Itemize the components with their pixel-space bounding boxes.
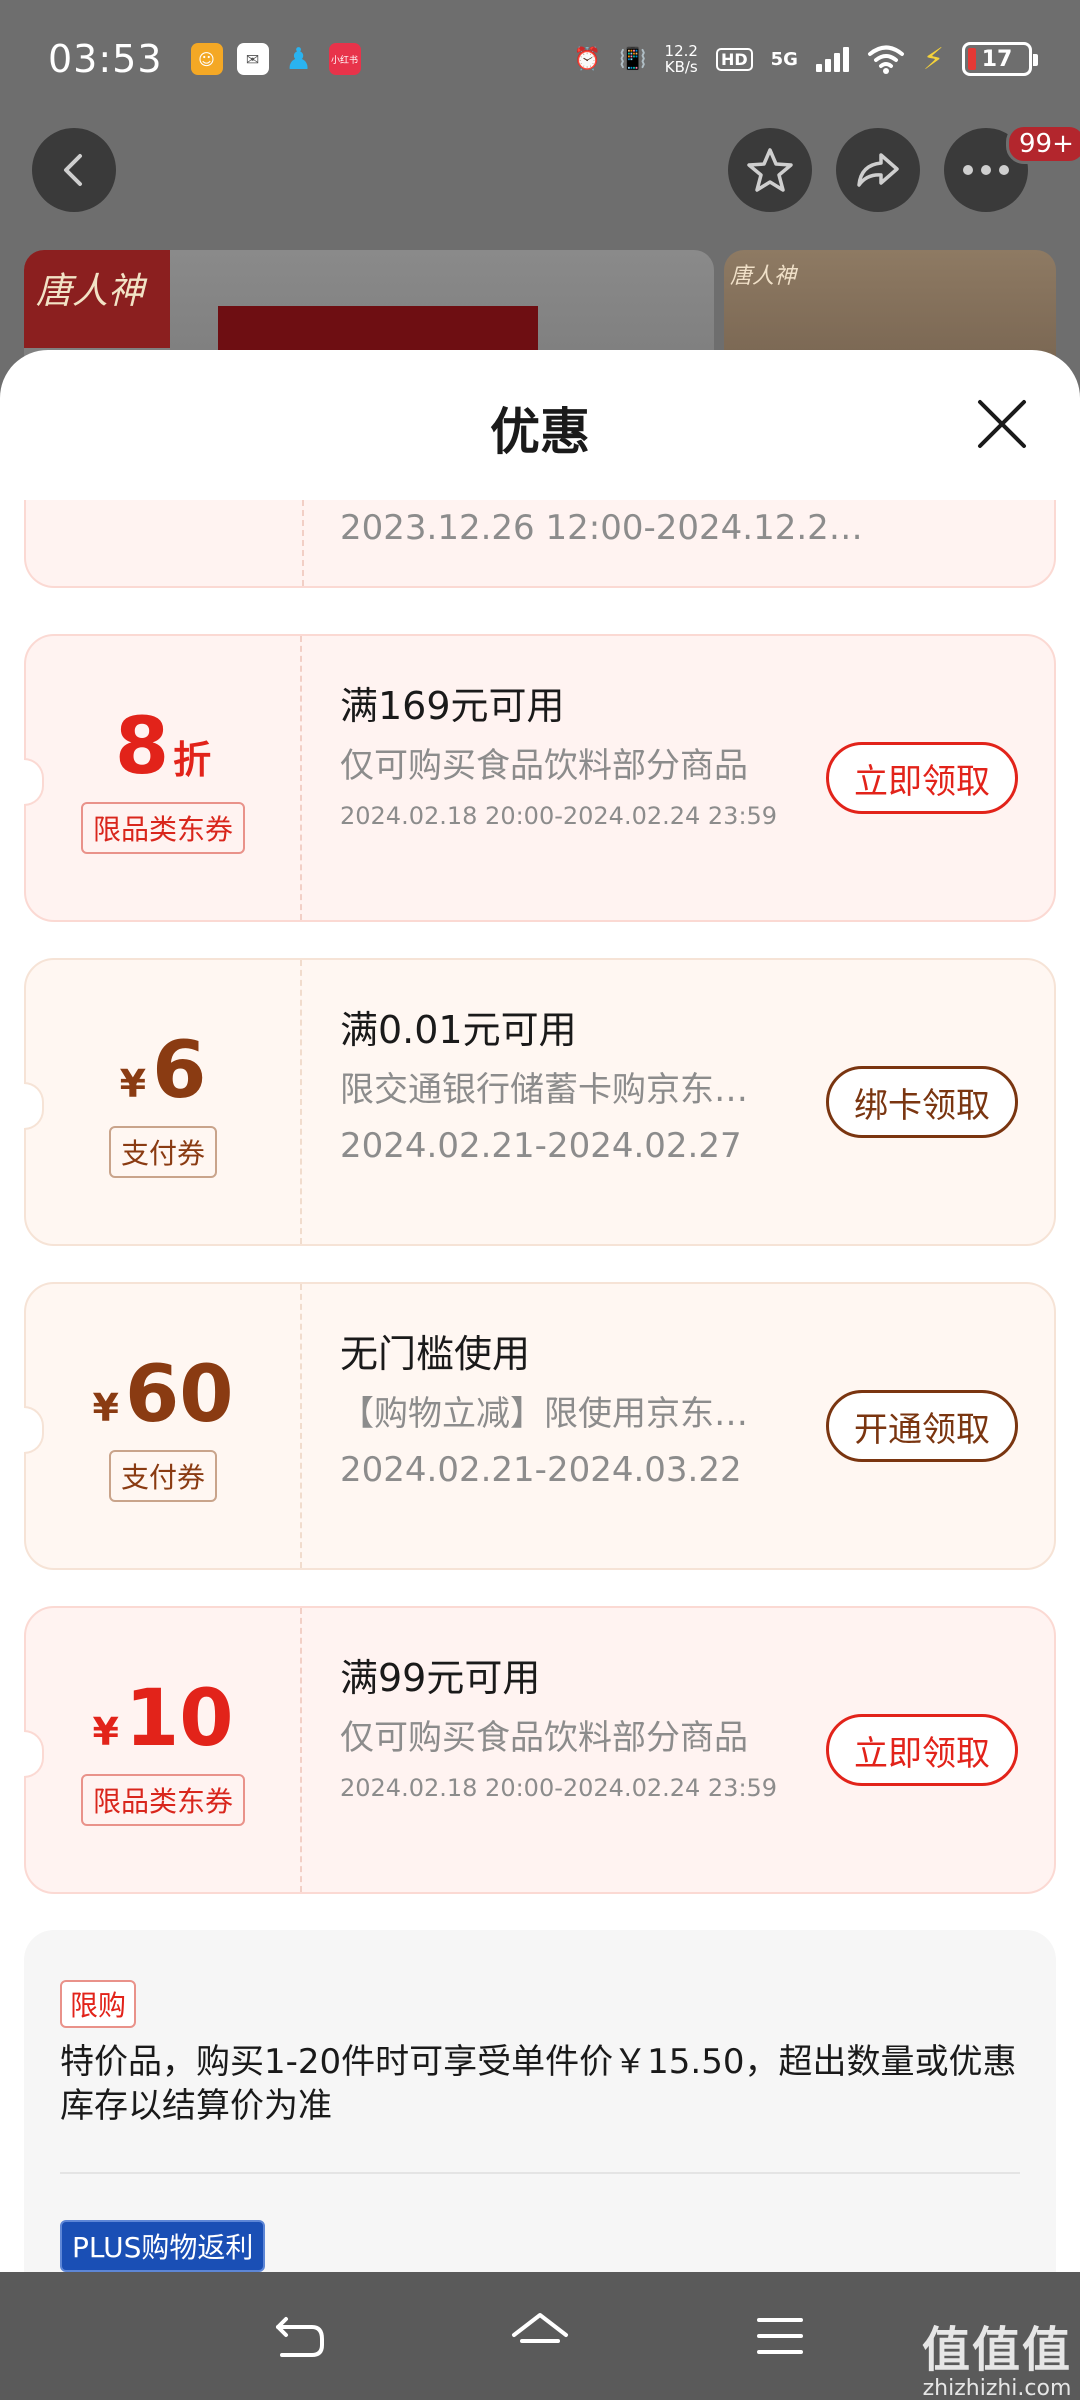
- back-button[interactable]: [32, 128, 116, 212]
- coupon-list[interactable]: 2023.12.26 12:00-2024.12.2… 8 折 限品类东券 满1…: [0, 500, 1080, 2272]
- coupon-date: 2023.12.26 12:00-2024.12.2…: [340, 508, 863, 548]
- coupon-unit: 折: [173, 738, 212, 782]
- watermark-url: zhizhizhi.com: [922, 2376, 1072, 2400]
- coupon-condition: 满169元可用: [340, 684, 565, 728]
- favorite-button[interactable]: [728, 128, 812, 212]
- notification-icons: ☺ ✉ ♟ 小红书: [190, 41, 361, 77]
- back-arrow-icon: [276, 2317, 324, 2357]
- coupon-amount: 60: [124, 1350, 234, 1440]
- coupon-partial: 2023.12.26 12:00-2024.12.2…: [24, 500, 1056, 588]
- status-right: ⏰ 📳 12.2 KB/s HD 5G ⚡ 17: [573, 41, 1038, 77]
- alarm-icon: ⏰: [573, 46, 602, 72]
- sheet-header: 优惠: [0, 350, 1080, 500]
- coupon-date: 2024.02.18 20:00-2024.02.24 23:59: [340, 802, 778, 830]
- plus-rebate-tag: PLUS购物返利: [60, 2220, 266, 2272]
- watermark-logo: 值值值: [922, 2322, 1073, 2378]
- coupon-info: 满0.01元可用 限交通银行储蓄卡购京东… 2024.02.21-2024.02…: [302, 960, 826, 1244]
- coupon-type-tag: 限品类东券: [80, 802, 245, 854]
- share-icon: [857, 153, 899, 187]
- nav-home-button[interactable]: [510, 2306, 570, 2366]
- coupon-info: 满169元可用 仅可购买食品饮料部分商品 2024.02.18 20:00-20…: [302, 636, 826, 920]
- more-badge: 99+: [1006, 124, 1080, 164]
- vibrate-icon: 📳: [619, 46, 647, 72]
- discount-sheet: 优惠 2023.12.26 12:00-2024.12.2… 8 折 限品类东券…: [0, 350, 1080, 2272]
- claim-coupon-button[interactable]: 立即领取: [826, 742, 1018, 814]
- net-speed: 12.2 KB/s: [665, 43, 698, 75]
- coupon-amount: 8: [114, 702, 170, 792]
- coupon-date: 2024.02.21-2024.03.22: [340, 1450, 742, 1490]
- coupon-condition: 无门槛使用: [340, 1332, 531, 1376]
- net-speed-unit: KB/s: [664, 58, 698, 76]
- app-notification-icon: ☺: [190, 43, 223, 75]
- charging-icon: ⚡: [922, 41, 944, 77]
- status-time: 03:53: [48, 37, 163, 81]
- brand-logo-small: 唐人神: [730, 264, 797, 289]
- activate-claim-button[interactable]: 开通领取: [826, 1390, 1018, 1462]
- brand-logo: 唐人神: [24, 250, 170, 348]
- menu-icon: [757, 2318, 803, 2354]
- battery-icon: 17: [962, 42, 1038, 76]
- coupon-value: 8 折 限品类东券: [26, 636, 302, 920]
- coupon-value: ¥ 10 限品类东券: [26, 1608, 302, 1892]
- bind-card-claim-button[interactable]: 绑卡领取: [826, 1066, 1018, 1138]
- coupon-condition: 满99元可用: [340, 1656, 541, 1700]
- status-bar: 03:53 ☺ ✉ ♟ 小红书 ⏰ 📳 12.2 KB/s HD 5G ⚡ 17: [0, 0, 1080, 118]
- coupon-description: 仅可购买食品饮料部分商品: [340, 1718, 748, 1758]
- watermark: 值值值 zhizhizhi.com: [922, 2310, 1072, 2400]
- coupon-card: ¥ 6 支付券 满0.01元可用 限交通银行储蓄卡购京东… 2024.02.21…: [24, 958, 1056, 1246]
- qq-icon: ♟: [285, 41, 312, 77]
- coupon-description: 仅可购买食品饮料部分商品: [340, 746, 748, 786]
- screen: 03:53 ☺ ✉ ♟ 小红书 ⏰ 📳 12.2 KB/s HD 5G ⚡ 17…: [0, 0, 1080, 2400]
- signal-icon: [815, 46, 849, 72]
- battery-level: 17: [981, 46, 1013, 72]
- coupon-value: ¥ 6 支付券: [26, 960, 302, 1244]
- coupon-card: ¥ 60 支付券 无门槛使用 【购物立减】限使用京东… 2024.02.21-2…: [24, 1282, 1056, 1570]
- coupon-type-tag: 限品类东券: [80, 1774, 245, 1826]
- nav-menu-button[interactable]: [750, 2306, 810, 2366]
- xiaohongshu-icon: 小红书: [328, 43, 361, 75]
- limit-description: 特价品，购买1-20件时可享受单件价￥15.50，超出数量或优惠库存以结算价为准: [60, 2042, 1017, 2126]
- coupon-amount: 6: [152, 1026, 207, 1116]
- star-icon: [747, 148, 793, 192]
- coupon-value: ¥ 60 支付券: [26, 1284, 302, 1568]
- limit-tag: 限购: [60, 1980, 137, 2028]
- more-dots-icon: [963, 165, 1009, 175]
- coupon-date: 2024.02.21-2024.02.27: [340, 1126, 742, 1166]
- nav-back-button[interactable]: [270, 2306, 330, 2366]
- coupon-type-tag: 支付券: [108, 1126, 217, 1178]
- coupon-card: 8 折 限品类东券 满169元可用 仅可购买食品饮料部分商品 2024.02.1…: [24, 634, 1056, 922]
- sheet-title: 优惠: [490, 403, 590, 461]
- currency-symbol: ¥: [92, 1386, 119, 1430]
- network-type: 5G: [770, 48, 798, 70]
- hd-icon: HD: [715, 47, 753, 71]
- coupon-description: 【购物立减】限使用京东…: [340, 1394, 748, 1434]
- coupon-info: 满99元可用 仅可购买食品饮料部分商品 2024.02.18 20:00-202…: [302, 1608, 826, 1892]
- coupon-type-tag: 支付券: [108, 1450, 217, 1502]
- coupon-card: ¥ 10 限品类东券 满99元可用 仅可购买食品饮料部分商品 2024.02.1…: [24, 1606, 1056, 1894]
- currency-symbol: ¥: [119, 1062, 147, 1106]
- chevron-left-icon: [64, 154, 82, 186]
- divider: [60, 2172, 1020, 2174]
- mail-icon: ✉: [236, 43, 269, 75]
- net-speed-value: 12.2: [664, 42, 698, 60]
- wifi-icon: [867, 45, 904, 74]
- system-nav-bar: [0, 2272, 1080, 2400]
- close-button[interactable]: [974, 396, 1030, 452]
- share-button[interactable]: [836, 128, 920, 212]
- home-icon: [512, 2313, 568, 2343]
- coupon-info: 无门槛使用 【购物立减】限使用京东… 2024.02.21-2024.03.22: [302, 1284, 826, 1568]
- coupon-description: 限交通银行储蓄卡购京东…: [340, 1070, 748, 1110]
- claim-coupon-button[interactable]: 立即领取: [826, 1714, 1018, 1786]
- currency-symbol: ¥: [92, 1710, 119, 1754]
- coupon-amount: 10: [124, 1674, 234, 1764]
- coupon-date: 2024.02.18 20:00-2024.02.24 23:59: [340, 1774, 778, 1802]
- coupon-condition: 满0.01元可用: [340, 1008, 577, 1052]
- close-icon: [978, 400, 1026, 448]
- purchase-limit-card: 限购 特价品，购买1-20件时可享受单件价￥15.50，超出数量或优惠库存以结算…: [24, 1930, 1056, 2272]
